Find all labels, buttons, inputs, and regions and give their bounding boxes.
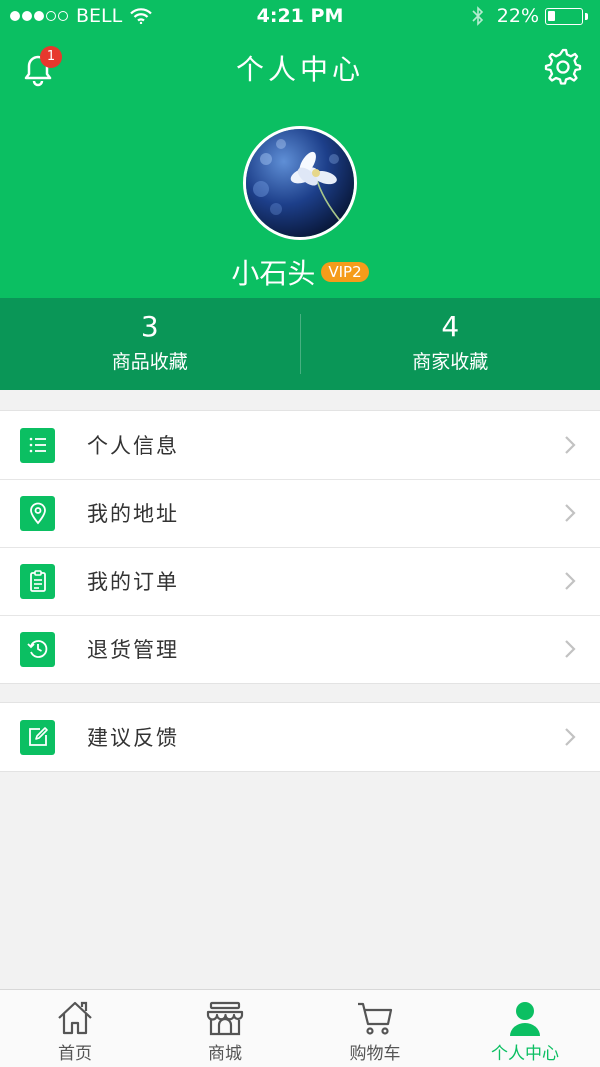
battery-cap	[585, 12, 588, 20]
profile-name-row: 小石头 VIP2	[0, 252, 600, 292]
tab-store[interactable]: 商城	[150, 990, 300, 1067]
home-icon	[58, 1001, 92, 1035]
menu-item-label: 退货管理	[87, 638, 179, 662]
menu-item-label: 建议反馈	[87, 726, 179, 750]
stats-bar: 3 商品收藏 4 商家收藏	[0, 298, 600, 390]
menu-item-profile-info[interactable]: 个人信息	[0, 411, 600, 479]
list-icon	[20, 427, 55, 463]
tab-profile[interactable]: 个人中心	[450, 990, 600, 1067]
clipboard-icon	[20, 563, 55, 599]
tab-home[interactable]: 首页	[0, 990, 150, 1067]
history-icon	[20, 631, 55, 667]
location-pin-icon	[20, 495, 55, 531]
stat-store-favorites[interactable]: 4 商家收藏	[301, 298, 600, 390]
tab-label: 首页	[58, 1044, 92, 1064]
tab-label: 购物车	[349, 1044, 401, 1064]
menu-item-label: 我的订单	[87, 570, 179, 594]
battery-level	[548, 10, 555, 21]
chevron-right-icon	[565, 640, 576, 658]
battery-status: 22%	[471, 5, 588, 27]
battery-icon	[545, 7, 583, 25]
stat-value: 3	[140, 310, 159, 343]
store-icon	[206, 1001, 244, 1036]
person-icon	[510, 1002, 540, 1036]
menu-item-address[interactable]: 我的地址	[0, 479, 600, 547]
gear-icon	[544, 48, 582, 85]
menu-item-returns[interactable]: 退货管理	[0, 615, 600, 683]
bluetooth-icon	[472, 6, 483, 26]
cart-icon	[358, 1002, 393, 1035]
tab-bar: 首页 商城 购物车 个人中心	[0, 989, 600, 1067]
avatar-image	[246, 129, 354, 237]
menu-group-account: 个人信息 我的地址 我的订单 退货管理	[0, 410, 600, 684]
battery-percent: 22%	[496, 5, 539, 27]
tab-cart[interactable]: 购物车	[300, 990, 450, 1067]
username: 小石头	[231, 257, 316, 290]
settings-button[interactable]	[544, 48, 582, 86]
menu-group-feedback: 建议反馈	[0, 702, 600, 772]
menu-item-label: 我的地址	[87, 502, 179, 526]
chevron-right-icon	[565, 504, 576, 522]
vip-badge: VIP2	[321, 262, 369, 282]
tab-label: 个人中心	[491, 1044, 559, 1064]
stat-label: 商品收藏	[111, 351, 188, 373]
menu-item-feedback[interactable]: 建议反馈	[0, 703, 600, 771]
chevron-right-icon	[565, 572, 576, 590]
avatar[interactable]	[243, 126, 357, 240]
page-title: 个人中心	[235, 53, 364, 86]
menu-item-orders[interactable]: 我的订单	[0, 547, 600, 615]
stat-product-favorites[interactable]: 3 商品收藏	[0, 298, 300, 390]
status-bar: BELL 4:21 PM 22%	[0, 0, 600, 34]
chevron-right-icon	[565, 436, 576, 454]
chevron-right-icon	[565, 728, 576, 746]
tab-label: 商城	[208, 1044, 242, 1064]
edit-icon	[20, 719, 55, 755]
stat-label: 商家收藏	[412, 351, 489, 373]
profile-header: BELL 4:21 PM 22% 1 个人中心 小石头 VIP2	[0, 0, 600, 298]
menu-item-label: 个人信息	[87, 434, 179, 458]
stat-value: 4	[441, 310, 460, 343]
